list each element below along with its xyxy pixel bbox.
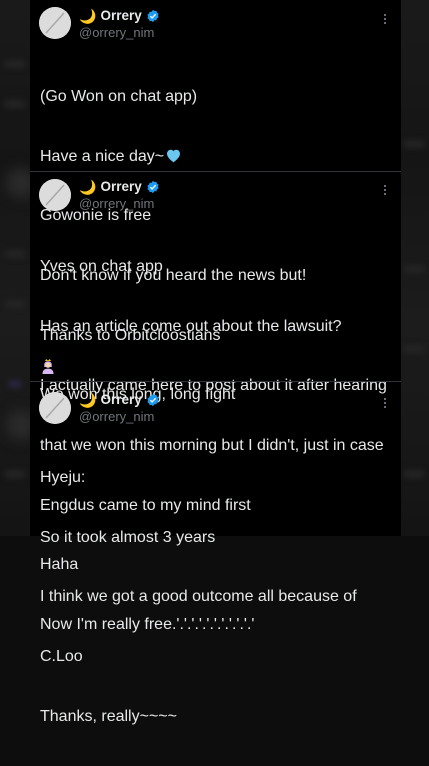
- more-options-icon[interactable]: [380, 14, 390, 26]
- verified-badge-icon: [147, 393, 159, 407]
- display-name[interactable]: Orrery: [100, 179, 141, 195]
- tweet[interactable]: 🌙 Orrery @orrery_nim (Go Won on chat app…: [30, 0, 401, 403]
- tweet[interactable]: 🌙 Orrery @orrery_nim Yves on chat app Ha…: [30, 172, 401, 633]
- blurred-line: [4, 470, 26, 478]
- tweet-text: Hyeju: So it took almost 3 years I think…: [40, 428, 395, 766]
- tweet-line: Yves on chat app: [40, 257, 163, 275]
- author-name-row[interactable]: 🌙 Orrery: [79, 179, 160, 195]
- blurred-line: [403, 265, 425, 273]
- tweet-header: 🌙 Orrery @orrery_nim: [79, 8, 401, 48]
- tweet-line: So it took almost 3 years: [40, 528, 216, 546]
- more-options-icon[interactable]: [380, 185, 390, 197]
- author-handle[interactable]: @orrery_nim: [79, 409, 154, 424]
- tweet-line: Thanks, really~~~~: [40, 707, 177, 725]
- blurred-line: [4, 100, 26, 108]
- blurred-line: [4, 250, 26, 258]
- avatar[interactable]: [39, 179, 71, 211]
- more-options-icon[interactable]: [380, 398, 390, 410]
- tweet-line: Has an article come out about the lawsui…: [40, 317, 342, 335]
- blurred-line: [403, 140, 425, 148]
- tweet-header: 🌙 Orrery @orrery_nim: [79, 179, 401, 219]
- verified-badge-icon: [147, 9, 159, 23]
- blurred-line: [4, 300, 26, 308]
- tweet[interactable]: 🌙 Orrery @orrery_nim Hyeju: So it took a…: [30, 382, 401, 725]
- tweet-line-text: Have a nice day~: [40, 147, 165, 165]
- crescent-moon-icon: 🌙: [79, 179, 97, 195]
- crescent-moon-icon: 🌙: [79, 8, 97, 24]
- background-blur-right: [401, 0, 429, 536]
- tweet-line: Have a nice day~: [40, 147, 395, 167]
- author-name-row[interactable]: 🌙 Orrery: [79, 8, 160, 24]
- background-blur-left: [0, 0, 36, 536]
- tweet-line: C.Loo: [40, 647, 83, 665]
- tweet-line: (Go Won on chat app): [40, 87, 198, 105]
- light-blue-heart-icon: [167, 149, 181, 162]
- avatar[interactable]: [39, 392, 71, 424]
- author-handle[interactable]: @orrery_nim: [79, 25, 154, 40]
- verified-badge-icon: [147, 180, 159, 194]
- tweet-header: 🌙 Orrery @orrery_nim: [79, 392, 401, 432]
- blurred-line: [8, 380, 22, 388]
- display-name[interactable]: Orrery: [100, 8, 141, 24]
- crescent-moon-icon: 🌙: [79, 392, 97, 408]
- crowned-person-icon: [42, 359, 54, 374]
- blurred-line: [403, 470, 425, 478]
- display-name[interactable]: Orrery: [100, 392, 141, 408]
- blurred-line: [403, 345, 425, 353]
- tweet-thread: 🌙 Orrery @orrery_nim (Go Won on chat app…: [30, 0, 401, 725]
- author-name-row[interactable]: 🌙 Orrery: [79, 392, 160, 408]
- tweet-line: Hyeju:: [40, 468, 86, 486]
- blurred-line: [4, 60, 26, 68]
- tweet-line: I think we got a good outcome all becaus…: [40, 588, 357, 606]
- avatar[interactable]: [39, 7, 71, 39]
- author-handle[interactable]: @orrery_nim: [79, 196, 154, 211]
